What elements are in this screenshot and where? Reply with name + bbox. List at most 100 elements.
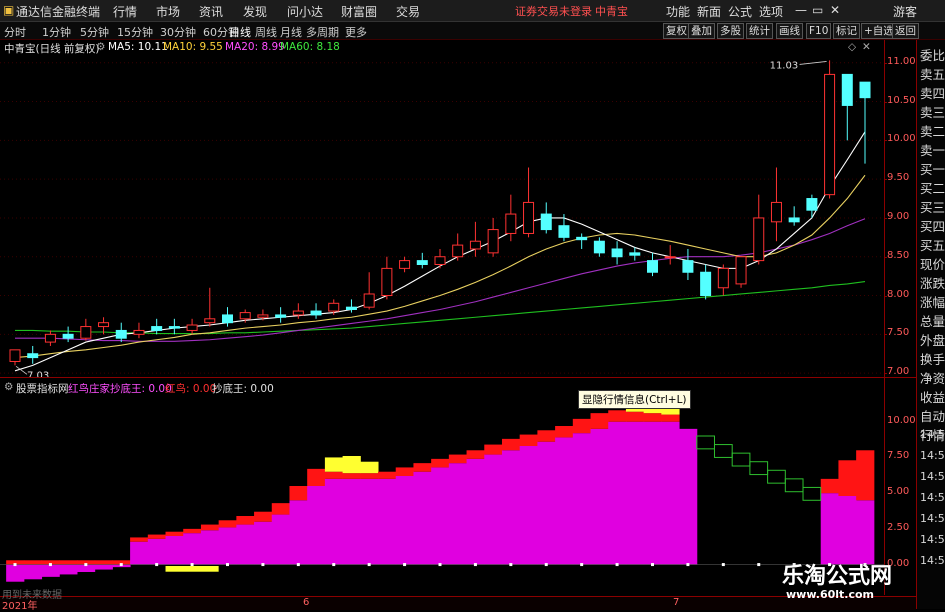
sidebar-item[interactable]: 买二: [920, 178, 945, 197]
period-tab-multi[interactable]: 多周期: [306, 24, 339, 40]
multi-stock-button[interactable]: 多股: [717, 23, 744, 39]
period-tab-15min[interactable]: 15分钟: [117, 24, 153, 40]
period-tab-30min[interactable]: 30分钟: [160, 24, 196, 40]
adjust-button[interactable]: 复权: [663, 23, 690, 39]
sidebar-item[interactable]: 换手: [920, 349, 945, 368]
menu-item-market[interactable]: 市场: [156, 3, 180, 20]
menu-item-wealth-circle[interactable]: 财富圈: [341, 3, 377, 20]
period-tab-more[interactable]: 更多: [345, 24, 367, 40]
candle: [9, 349, 21, 366]
login-notice[interactable]: 证券交易未登录: [515, 3, 592, 19]
chart-settings-icon[interactable]: ⚙: [96, 41, 105, 53]
candle: [416, 252, 428, 269]
sidebar-item[interactable]: 总量: [920, 311, 945, 330]
candle: [735, 256, 747, 288]
price-tick-mark: [884, 373, 887, 375]
menu-item-new-page[interactable]: 新面: [697, 3, 721, 20]
overlay-button[interactable]: 叠加: [688, 23, 715, 39]
sidebar-item[interactable]: 卖三: [920, 102, 945, 121]
ma5-label: MA5: 10.11: [108, 41, 168, 53]
indicator-magenta-bar: [413, 471, 432, 565]
indicator-green-steps: [696, 435, 822, 501]
price-tick-mark: [884, 256, 887, 258]
indicator-tick-label: 7.50: [887, 450, 910, 462]
period-tab-daily[interactable]: 日线: [229, 24, 251, 40]
candle: [452, 233, 464, 261]
candle: [841, 73, 853, 141]
candle: [44, 330, 56, 346]
guest-label[interactable]: 游客: [893, 3, 917, 20]
mark-button[interactable]: 标记: [833, 23, 860, 39]
collapse-icon[interactable]: ◇: [848, 41, 856, 53]
candle: [682, 248, 694, 281]
candle: [80, 318, 92, 341]
sidebar-item[interactable]: 涨跌: [920, 273, 945, 292]
x-month-label-6: 6: [303, 597, 310, 608]
sidebar-item[interactable]: 卖五: [920, 64, 945, 83]
indicator-green-step: [713, 444, 733, 458]
sidebar-item[interactable]: 卖二: [920, 121, 945, 140]
indicator-magenta-bar: [271, 514, 290, 565]
candlestick-chart[interactable]: 11.03 7.03: [0, 55, 915, 377]
app-logo-icon: ▣: [3, 3, 15, 17]
menu-item-wenxiaoda[interactable]: 问小达: [287, 3, 323, 20]
indicator-red-bar: [413, 463, 432, 472]
sidebar-item[interactable]: 买五: [920, 235, 945, 254]
period-tab-intraday[interactable]: 分时: [4, 24, 26, 40]
indicator-red-bar: [501, 438, 521, 451]
menu-item-formula[interactable]: 公式: [728, 3, 752, 20]
close-panel-icon[interactable]: ✕: [862, 41, 871, 53]
sidebar-item[interactable]: 净资: [920, 368, 945, 387]
period-tab-5min[interactable]: 5分钟: [80, 24, 109, 40]
candle: [540, 202, 552, 234]
f10-button[interactable]: F10: [806, 23, 832, 39]
sidebar-item[interactable]: 涨幅: [920, 292, 945, 311]
menu-item-quotes[interactable]: 行情: [113, 3, 137, 20]
sidebar-item[interactable]: 卖四: [920, 83, 945, 102]
app-title: 通达信金融终端: [16, 5, 101, 19]
sidebar-item[interactable]: 外盘: [920, 330, 945, 349]
maximize-icon[interactable]: ▭: [812, 3, 823, 17]
indicator-settings-icon[interactable]: ⚙: [4, 381, 13, 393]
indicator-red-bar: [555, 426, 574, 438]
indicator-chart[interactable]: [0, 396, 884, 586]
sidebar-item[interactable]: 卖一: [920, 140, 945, 159]
period-tab-weekly[interactable]: 周线: [255, 24, 277, 40]
candle: [824, 60, 836, 199]
menu-item-trade[interactable]: 交易: [396, 3, 420, 20]
draw-line-button[interactable]: 画线: [776, 23, 803, 39]
indicator-magenta-bar: [608, 421, 627, 565]
close-icon[interactable]: ✕: [830, 3, 840, 17]
indicator-red-bar: [608, 410, 627, 422]
time-axis: 2021年 6 7: [0, 596, 916, 612]
menu-item-options[interactable]: 选项: [759, 3, 783, 20]
minimize-icon[interactable]: —: [795, 3, 807, 17]
sidebar-item[interactable]: 自动: [920, 406, 945, 425]
candle: [593, 237, 605, 257]
indicator-line-chaodiwang: 抄底王: 0.00: [212, 383, 274, 395]
indicator-dot: [580, 563, 584, 567]
stats-button[interactable]: 统计: [746, 23, 773, 39]
sidebar-item[interactable]: 买一: [920, 159, 945, 178]
price-tick-label: 7.00: [887, 366, 910, 378]
indicator-dot: [651, 563, 654, 567]
sidebar-item[interactable]: 买四: [920, 216, 945, 235]
menu-item-discover[interactable]: 发现: [243, 3, 267, 20]
indicator-magenta-bar: [289, 500, 308, 565]
indicator-magenta-bar: [324, 478, 344, 565]
price-annotations: 11.03 7.03: [15, 60, 827, 377]
candle: [664, 245, 676, 265]
back-button[interactable]: 返回: [892, 23, 919, 39]
indicator-magenta-bar: [307, 486, 326, 565]
sidebar-item[interactable]: 委比: [920, 45, 945, 64]
indicator-red-bar: [218, 520, 237, 528]
menu-item-function[interactable]: 功能: [666, 3, 690, 20]
menu-item-news[interactable]: 资讯: [199, 3, 223, 20]
price-tick-mark: [884, 179, 887, 181]
indicator-magenta-bar: [431, 467, 450, 565]
period-tab-monthly[interactable]: 月线: [280, 24, 302, 40]
period-tab-1min[interactable]: 1分钟: [42, 24, 71, 40]
sidebar-item[interactable]: 现价: [920, 254, 945, 273]
sidebar-item[interactable]: 收益: [920, 387, 945, 406]
sidebar-item[interactable]: 买三: [920, 197, 945, 216]
